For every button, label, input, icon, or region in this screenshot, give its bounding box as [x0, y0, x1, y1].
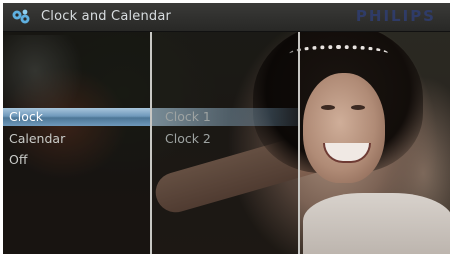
screen-frame: Clock and Calendar PHILIPS Clock Calenda… [3, 3, 450, 254]
submenu-item-label: Clock 1 [165, 109, 211, 124]
submenu-item-clock-1[interactable]: Clock 1 [151, 108, 298, 126]
submenu-item-label: Clock 2 [165, 131, 211, 146]
menu-column-main: Clock Calendar Off [3, 32, 151, 254]
menu-item-clock[interactable]: Clock [3, 108, 151, 126]
menu-item-label: Calendar [9, 131, 66, 146]
column-divider [150, 32, 152, 254]
menu-item-off[interactable]: Off [3, 151, 151, 169]
menu-item-calendar[interactable]: Calendar [3, 130, 151, 148]
menu-column-preview [298, 32, 450, 254]
menu-item-label: Clock [9, 109, 43, 124]
settings-gears-icon [11, 9, 31, 25]
page-title: Clock and Calendar [41, 9, 172, 24]
menu-area: Clock Calendar Off Clock 1 Clock 2 [3, 32, 450, 254]
menu-column-sub: Clock 1 Clock 2 [151, 32, 298, 254]
brand-logo: PHILIPS [355, 7, 436, 25]
menu-item-label: Off [9, 152, 28, 167]
column-divider [298, 32, 300, 254]
title-bar: Clock and Calendar PHILIPS [3, 3, 450, 32]
submenu-item-clock-2[interactable]: Clock 2 [151, 130, 298, 148]
